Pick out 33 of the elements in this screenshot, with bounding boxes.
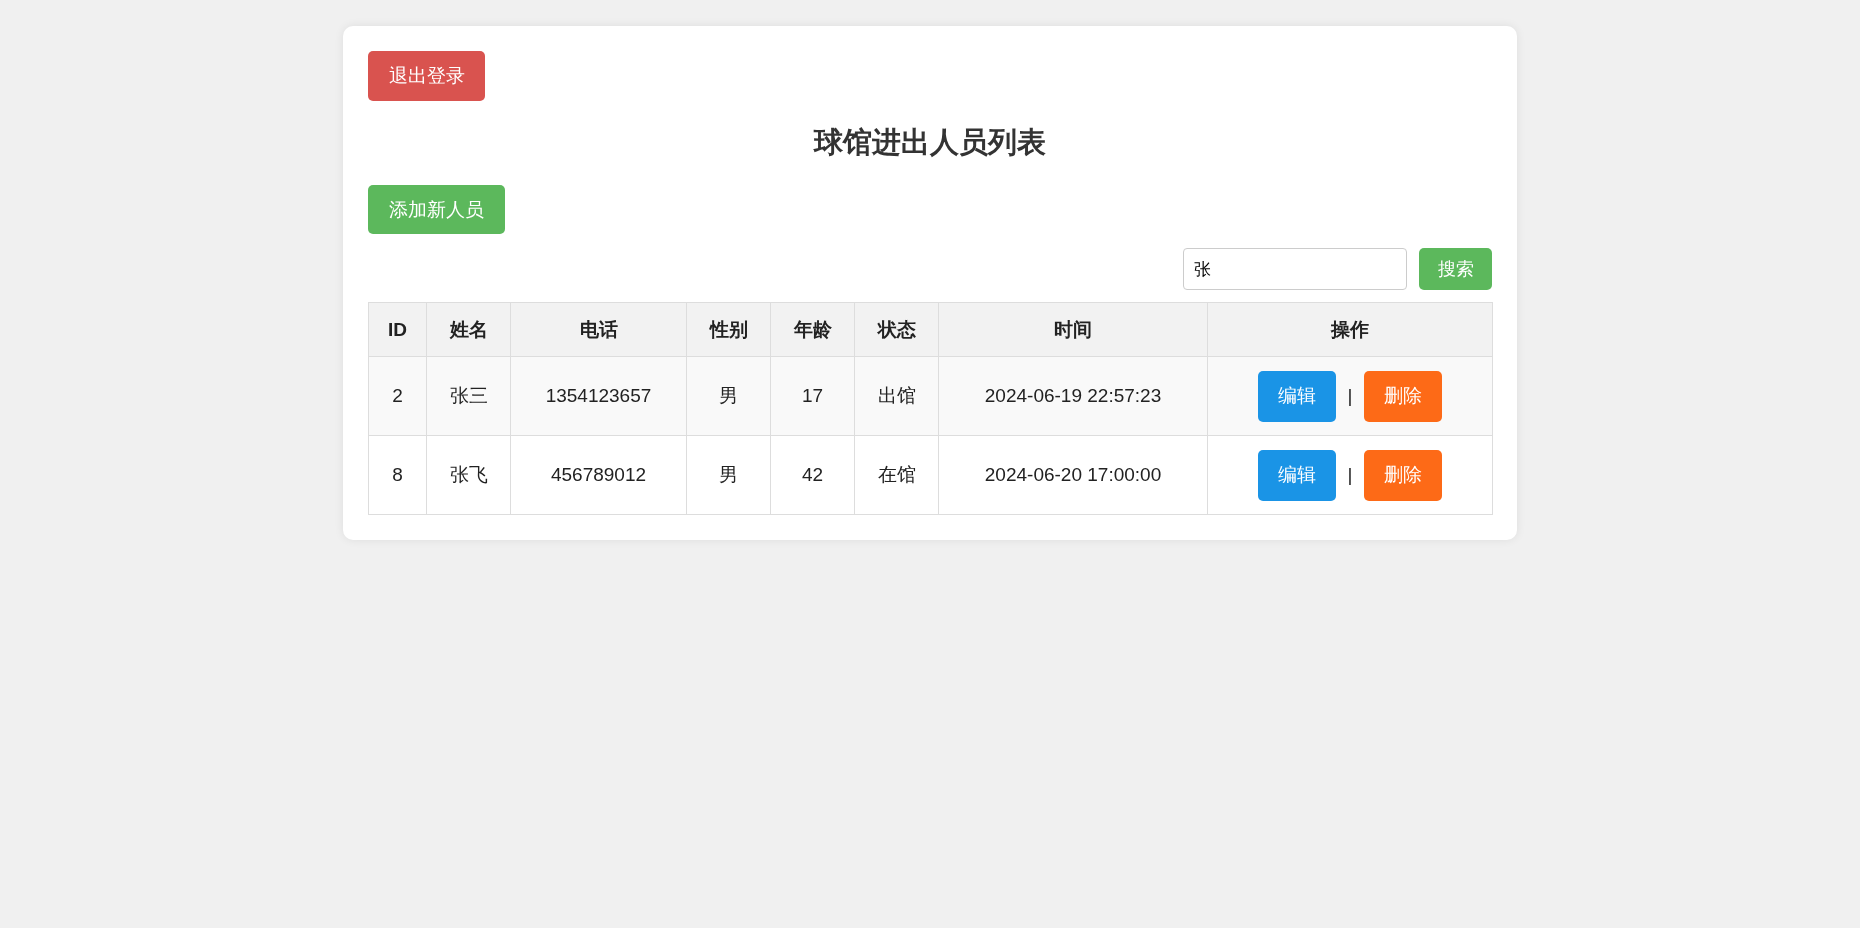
column-header: 时间 xyxy=(938,302,1208,357)
table-cell: 张飞 xyxy=(426,435,511,515)
delete-button[interactable]: 删除 xyxy=(1364,449,1443,501)
search-field[interactable]: 张 xyxy=(1183,248,1407,290)
table-cell: 张三 xyxy=(426,356,511,436)
search-button[interactable]: 搜索 xyxy=(1419,248,1492,290)
table-cell: 1354123657 xyxy=(510,356,687,436)
logout-button[interactable]: 退出登录 xyxy=(368,51,485,101)
edit-button[interactable]: 编辑 xyxy=(1257,449,1336,501)
table-cell: 2 xyxy=(368,356,427,436)
edit-button[interactable]: 编辑 xyxy=(1257,370,1336,422)
table-cell: 男 xyxy=(686,356,771,436)
table-cell: 8 xyxy=(368,435,427,515)
column-header: 状态 xyxy=(854,302,939,357)
separator-text: | xyxy=(1347,464,1353,486)
add-person-button[interactable]: 添加新人员 xyxy=(368,185,505,234)
table-cell: 17 xyxy=(770,356,855,436)
page-title: 球馆进出人员列表 xyxy=(812,125,1047,160)
column-header: 操作 xyxy=(1207,302,1493,357)
table-cell: 42 xyxy=(770,435,855,515)
column-header: ID xyxy=(368,302,427,357)
separator-text: | xyxy=(1347,385,1353,407)
column-header: 性别 xyxy=(686,302,771,357)
column-header: 姓名 xyxy=(426,302,511,357)
table-cell: 2024-06-19 22:57:23 xyxy=(938,356,1208,436)
table-cell: 在馆 xyxy=(854,435,939,515)
table-cell: 2024-06-20 17:00:00 xyxy=(938,435,1208,515)
table-cell: 456789012 xyxy=(510,435,687,515)
delete-button[interactable]: 删除 xyxy=(1364,370,1443,422)
table-cell: 出馆 xyxy=(854,356,939,436)
column-header: 电话 xyxy=(510,302,687,357)
table-cell: 男 xyxy=(686,435,771,515)
column-header: 年龄 xyxy=(770,302,855,357)
